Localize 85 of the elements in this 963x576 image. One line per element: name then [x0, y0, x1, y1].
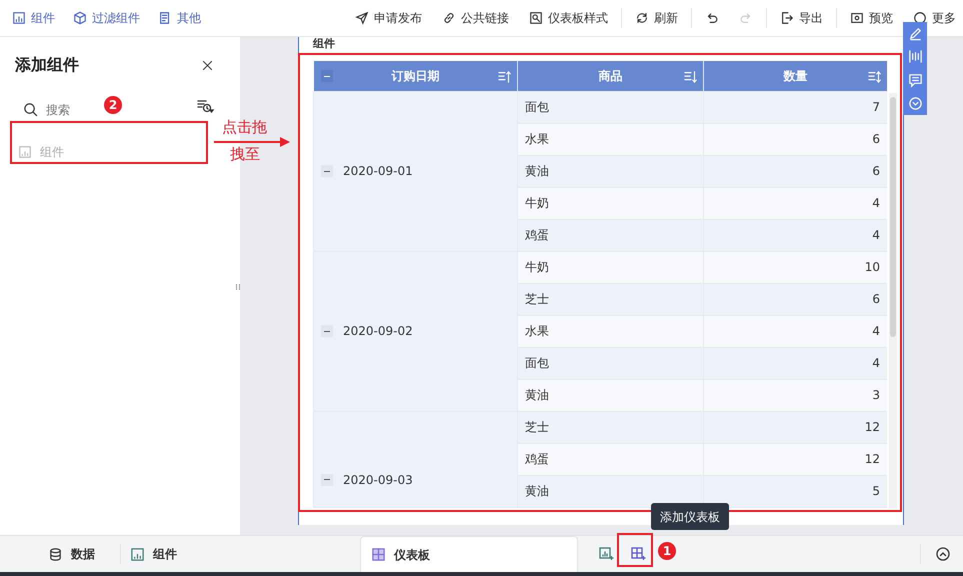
table-cell: 黄油 — [518, 155, 704, 187]
edit-icon[interactable] — [908, 26, 922, 42]
toolbar-button[interactable]: 申请发布 — [348, 9, 429, 27]
bottom-tab[interactable]: 数据 — [48, 536, 95, 572]
table-cell: 黄油 — [518, 475, 704, 507]
add-chart-icon[interactable] — [598, 546, 614, 562]
collapse-icon[interactable] — [321, 165, 333, 177]
cube-icon — [73, 11, 87, 25]
send-icon — [355, 11, 369, 25]
table-cell: 芝士 — [518, 411, 704, 443]
refresh-icon — [635, 11, 649, 25]
widget-title: 组件 — [312, 37, 336, 52]
table-cell: 鸡蛋 — [518, 219, 704, 251]
column-header[interactable]: 商品 — [518, 61, 704, 91]
collapse-icon[interactable] — [321, 474, 333, 486]
table-cell: 黄油 — [518, 379, 704, 411]
document-icon — [158, 11, 172, 25]
table-cell: 牛奶 — [518, 251, 704, 283]
table-cell: 4 — [704, 219, 887, 251]
style-icon — [529, 11, 543, 25]
preview-icon — [850, 11, 864, 25]
date-label: 2020-09-01 — [343, 163, 413, 180]
table-cell: 4 — [704, 315, 887, 347]
search-field[interactable]: 搜索 — [46, 100, 106, 118]
toolbar-button[interactable]: 过滤组件 — [73, 9, 140, 27]
table-cell: 芝士 — [518, 283, 704, 315]
table-cell: 6 — [704, 155, 887, 187]
tooltip: 添加仪表板 — [651, 503, 729, 530]
chevron-down-icon[interactable] — [908, 96, 922, 111]
highlight-frame — [617, 533, 653, 567]
add-dashboard-icon[interactable] — [630, 546, 646, 562]
collapse-icon[interactable] — [321, 325, 333, 337]
table-cell: 面包 — [518, 91, 704, 123]
undo-icon — [705, 11, 719, 25]
table-cell: 6 — [704, 283, 887, 315]
distribute-icon[interactable] — [908, 49, 922, 64]
table-cell: 水果 — [518, 315, 704, 347]
chart-icon — [130, 546, 145, 562]
sort-icon[interactable] — [868, 70, 882, 84]
date-label: 2020-09-03 — [343, 472, 413, 488]
search-icon — [23, 102, 38, 117]
column-header[interactable]: 订购日期 — [314, 61, 518, 91]
table-cell: 12 — [704, 443, 887, 475]
toolbar-button[interactable]: 仪表板样式 — [522, 9, 615, 27]
scrollbar[interactable] — [889, 93, 897, 508]
toolbar-button[interactable]: 刷新 — [628, 9, 685, 27]
table-cell: 7 — [704, 91, 887, 123]
toolbar-button[interactable]: 公共链接 — [435, 9, 516, 27]
table-cell: 3 — [704, 379, 887, 411]
table-cell: 4 — [704, 347, 887, 379]
close-icon[interactable] — [201, 58, 214, 72]
toolbar-button[interactable]: 更多 — [906, 9, 963, 27]
table-cell: 牛奶 — [518, 187, 704, 219]
panel-title: 添加组件 — [15, 54, 79, 76]
annotation-label: 拽至 — [230, 144, 260, 164]
table-cell: 6 — [704, 123, 887, 155]
dashboard-icon — [371, 547, 386, 562]
chart-icon — [18, 144, 32, 158]
column-header[interactable]: 数量 — [704, 61, 887, 91]
table-cell: 4 — [704, 187, 887, 219]
more-icon — [913, 11, 927, 25]
table-cell: 水果 — [518, 123, 704, 155]
collapse-up-icon[interactable] — [935, 546, 951, 562]
date-label: 2020-09-02 — [343, 323, 413, 340]
toolbar-button[interactable]: 组件 — [12, 9, 55, 27]
annotation-label: 点击拖 — [222, 117, 267, 137]
table-cell: 5 — [704, 475, 887, 507]
toolbar-button[interactable]: 其他 — [158, 9, 201, 27]
collapse-icon[interactable] — [320, 70, 332, 82]
table-cell: 10 — [704, 251, 887, 283]
table-cell: 鸡蛋 — [518, 443, 704, 475]
toolbar-button[interactable]: 预览 — [843, 9, 900, 27]
sort-icon[interactable] — [498, 70, 512, 84]
export-icon — [780, 11, 794, 25]
table-cell: 12 — [704, 411, 887, 443]
table-cell: 面包 — [518, 347, 704, 379]
bottom-tab[interactable]: 组件 — [130, 536, 177, 572]
redo-icon — [739, 11, 753, 25]
database-icon — [48, 546, 63, 562]
bottom-tab[interactable]: 仪表板 — [360, 536, 578, 572]
sort-icon[interactable] — [684, 70, 698, 84]
comment-icon[interactable] — [908, 72, 922, 88]
link-icon — [442, 11, 456, 25]
toolbar-button[interactable]: 导出 — [773, 9, 830, 27]
widget-icon — [12, 11, 26, 25]
